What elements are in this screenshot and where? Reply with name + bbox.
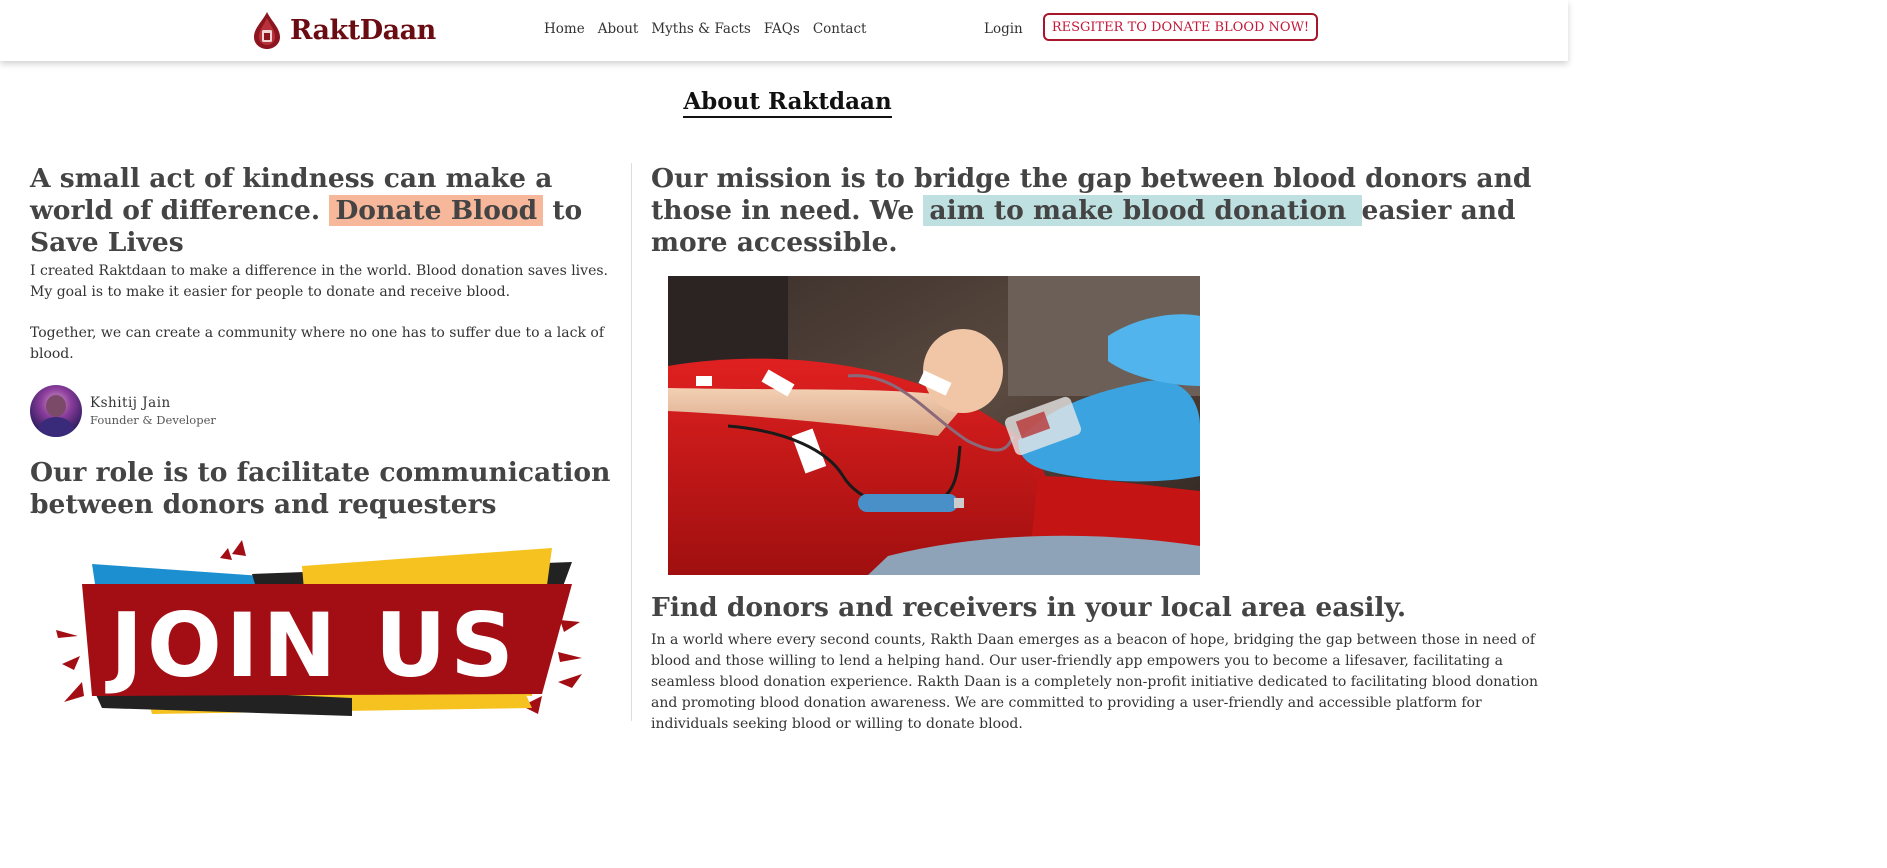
join-us-text: JOIN US [105,594,517,697]
page-title-wrap: About Raktdaan [0,88,1575,118]
brand-name: RaktDaan [290,14,436,46]
founder-role: Founder & Developer [90,413,216,427]
kindness-heading: A small act of kindness can make a world… [30,163,620,259]
nav-about[interactable]: About [598,21,639,37]
page-title: About Raktdaan [683,88,892,118]
aim-highlight: aim to make blood donation [923,195,1362,226]
nav-faqs[interactable]: FAQs [764,21,800,37]
right-column: Our mission is to bridge the gap between… [651,163,1541,259]
founder-name: Kshitij Jain [90,395,171,411]
founder-card: Kshitij Jain Founder & Developer [30,385,620,437]
founder-avatar [30,385,82,437]
login-link[interactable]: Login [984,21,1023,37]
left-column: A small act of kindness can make a world… [30,163,620,521]
column-divider [631,163,632,721]
nav-home[interactable]: Home [544,21,585,37]
join-us-banner[interactable]: JOIN US [52,536,592,721]
intro-paragraph: I created Raktdaan to make a difference … [30,263,608,300]
brand-logo[interactable]: RaktDaan [250,10,436,50]
blood-donation-photo [668,276,1200,575]
nav-contact[interactable]: Contact [813,21,867,37]
main-nav: Home About Myths & Facts FAQs Contact [544,21,879,37]
role-heading: Our role is to facilitate communication … [30,457,611,520]
donate-blood-highlight: Donate Blood [329,195,544,226]
register-donate-button[interactable]: RESGITER TO DONATE BLOOD NOW! [1043,13,1318,41]
nav-myths-facts[interactable]: Myths & Facts [651,21,751,37]
top-navbar: RaktDaan Home About Myths & Facts FAQs C… [0,0,1568,61]
community-paragraph: Together, we can create a community wher… [30,325,605,362]
find-donors-heading: Find donors and receivers in your local … [651,592,1407,623]
find-donors-paragraph: In a world where every second counts, Ra… [651,632,1539,732]
blood-drop-logo-icon [254,12,280,49]
mission-heading: Our mission is to bridge the gap between… [651,163,1541,259]
